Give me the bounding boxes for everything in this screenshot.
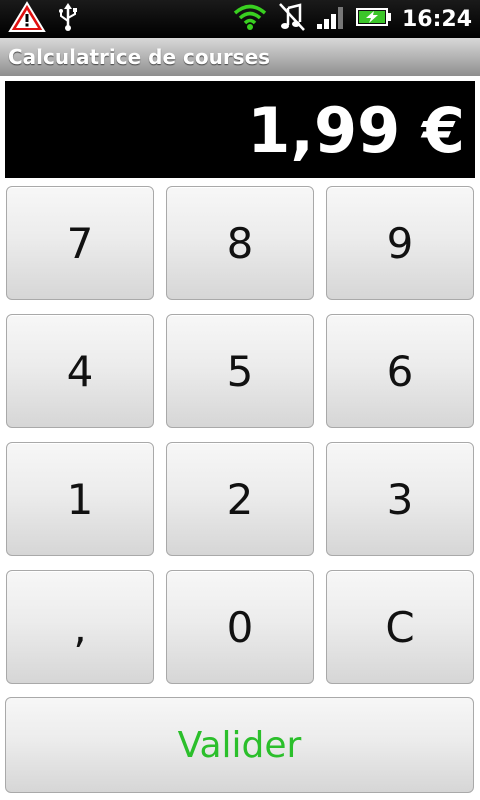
silent-icon [278, 2, 306, 36]
key-8[interactable]: 8 [166, 186, 314, 300]
amount-display: 1,99 € [5, 81, 475, 178]
app-title-bar: Calculatrice de courses [0, 38, 480, 77]
key-comma[interactable]: , [6, 570, 154, 684]
app-title: Calculatrice de courses [8, 45, 271, 69]
status-clock: 16:24 [401, 6, 472, 32]
signal-icon [316, 4, 346, 34]
key-6[interactable]: 6 [326, 314, 474, 428]
validate-button[interactable]: Valider [5, 697, 474, 793]
calculator-body: 1,99 € 7 8 9 4 5 6 1 2 3 , 0 C Valider [0, 76, 480, 800]
battery-charging-icon [355, 6, 392, 32]
key-1[interactable]: 1 [6, 442, 154, 556]
key-clear[interactable]: C [326, 570, 474, 684]
key-7[interactable]: 7 [6, 186, 154, 300]
key-3[interactable]: 3 [326, 442, 474, 556]
key-0[interactable]: 0 [166, 570, 314, 684]
status-bar: 16:24 [0, 0, 480, 38]
key-2[interactable]: 2 [166, 442, 314, 556]
key-5[interactable]: 5 [166, 314, 314, 428]
warning-icon [8, 1, 46, 37]
usb-icon [56, 2, 80, 36]
display-value: 1,99 € [247, 94, 465, 167]
wifi-icon [232, 3, 268, 35]
key-4[interactable]: 4 [6, 314, 154, 428]
key-9[interactable]: 9 [326, 186, 474, 300]
